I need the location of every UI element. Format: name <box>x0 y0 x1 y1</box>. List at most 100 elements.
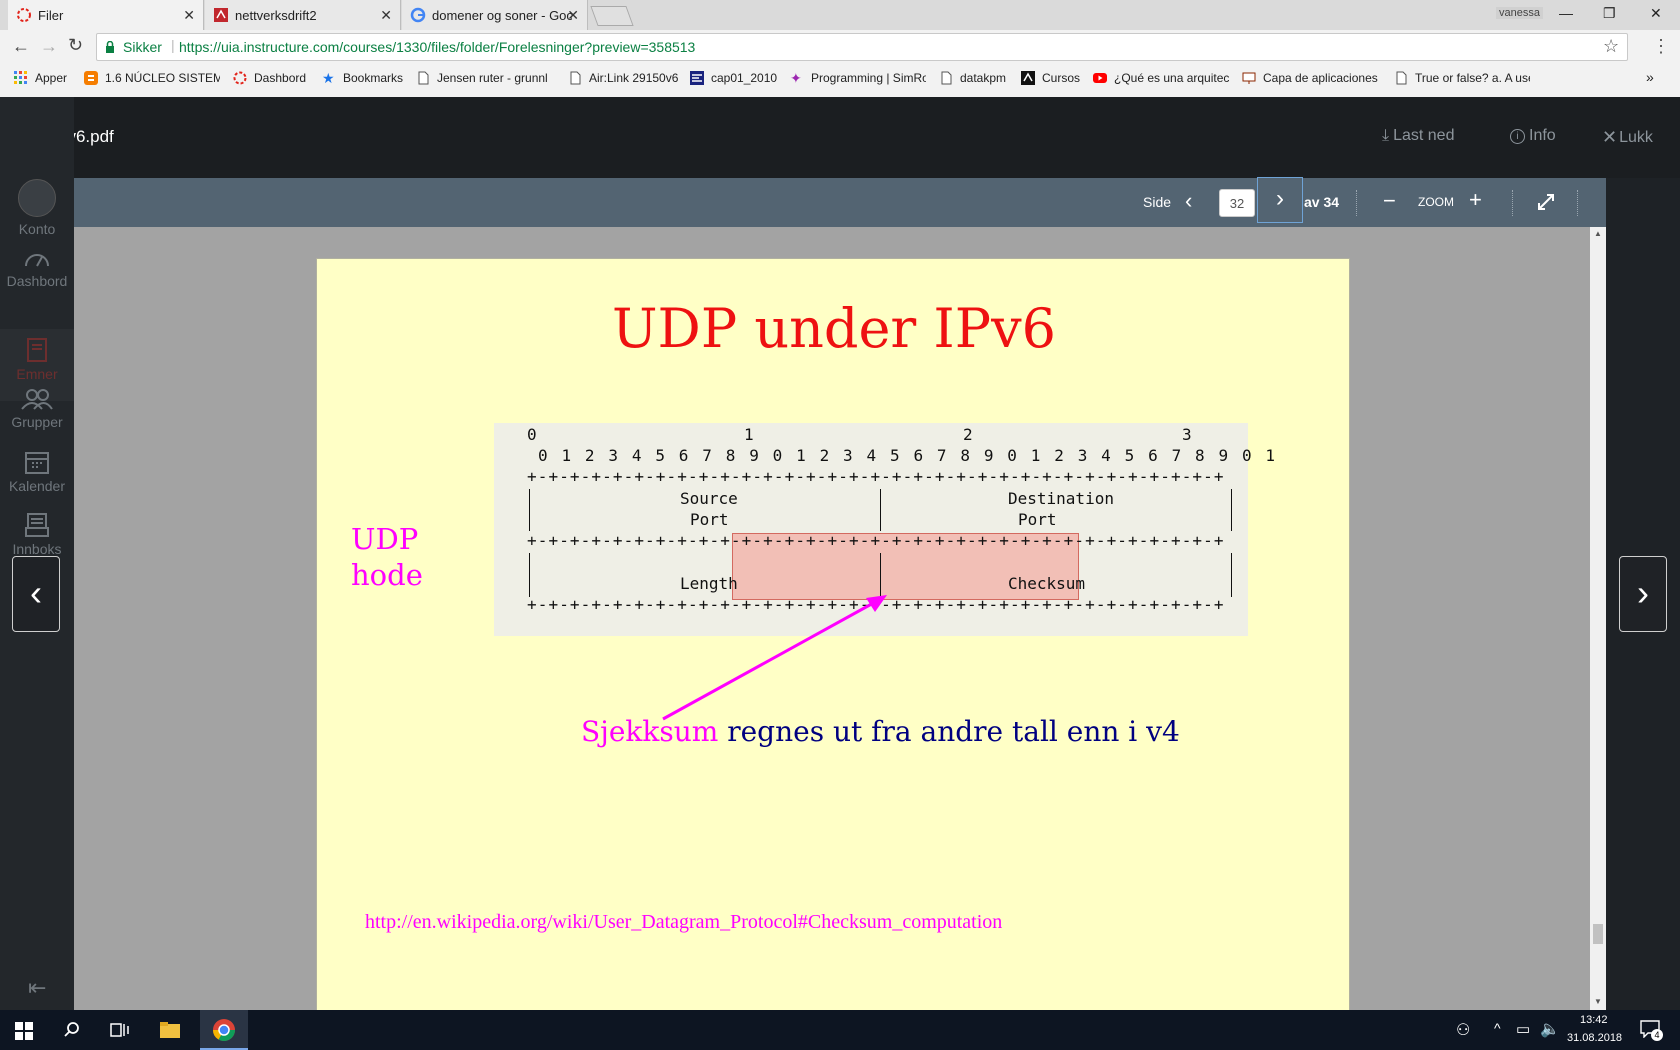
bookmark-true-false[interactable]: True or false? a. A use <box>1394 71 1530 85</box>
tab-nettverksdrift2[interactable]: nettverksdrift2 ✕ <box>205 0 401 30</box>
file-explorer-icon[interactable] <box>159 1021 181 1039</box>
scroll-down-icon[interactable]: ▼ <box>1594 997 1602 1006</box>
nav-kalender[interactable]: Kalender <box>0 449 74 494</box>
prev-page-arrow-icon[interactable]: ‹ <box>12 556 60 632</box>
windows-start-icon[interactable] <box>15 1022 33 1040</box>
info-button[interactable]: i Info <box>1510 127 1556 145</box>
bookmark-jensen[interactable]: Jensen ruter - grunnl <box>416 71 558 85</box>
bookmark-star-icon[interactable]: ☆ <box>1603 36 1619 57</box>
bookmarks-overflow-icon[interactable]: » <box>1646 69 1654 85</box>
bookmark-capa[interactable]: Capa de aplicaciones <box>1242 71 1384 85</box>
download-button[interactable]: ⤓ Last ned <box>1382 127 1454 145</box>
pdf-page: UDP under IPv6 UDP hode 0 1 2 3 0 1 2 3 … <box>316 258 1350 1018</box>
nav-label: Dashbord <box>6 273 68 289</box>
close-label: Lukk <box>1619 128 1653 146</box>
people-icon[interactable]: ⚇ <box>1456 1020 1470 1040</box>
viewer-header: fl03IPv6.pdf ⤓Last ned iInfo ✕Lukk <box>0 97 1680 178</box>
scroll-up-icon[interactable]: ▲ <box>1594 229 1602 238</box>
bookmark-cursos[interactable]: Cursos <box>1021 71 1080 85</box>
back-icon[interactable]: ← <box>12 36 30 57</box>
bookmark-programming[interactable]: ✦ Programming | SimRo <box>790 71 926 85</box>
search-icon[interactable] <box>63 1021 81 1039</box>
bookmark-nucleo[interactable]: 1.6 NÚCLEO SISTEMA <box>84 71 220 85</box>
profile-name[interactable]: vanessa <box>1496 7 1543 19</box>
nav-label: Emner <box>16 366 58 382</box>
bookmark-datakpm[interactable]: datakpm <box>939 71 1006 85</box>
menu-icon[interactable]: ⋮ <box>1652 36 1670 57</box>
nav-label: Grupper <box>11 414 63 430</box>
windows-taskbar: ⚇ ^ ▭ 🔈 13:42 31.08.2018 4 <box>0 1010 1680 1050</box>
forward-icon[interactable]: → <box>40 36 58 57</box>
nav-innboks[interactable]: Innboks <box>0 512 74 557</box>
pdf-icon <box>214 8 228 22</box>
chrome-taskbar-button[interactable] <box>200 1010 248 1050</box>
close-window-icon[interactable]: ✕ <box>1650 5 1662 22</box>
toolbar-divider <box>1512 190 1514 216</box>
next-page-arrow-icon[interactable]: › <box>1619 556 1667 632</box>
cursos-logo-icon <box>1021 71 1035 85</box>
bookmark-airlink[interactable]: Air:Link 29150v6 <box>568 71 678 85</box>
download-label: Last ned <box>1393 127 1455 144</box>
bookmark-dashbord[interactable]: Dashbord <box>233 71 306 85</box>
clock-time[interactable]: 13:42 <box>1580 1014 1608 1026</box>
bookmark-cap01[interactable]: cap01_2010 <box>690 71 777 85</box>
info-label: Info <box>1529 127 1556 144</box>
zoom-out-icon[interactable]: − <box>1383 188 1396 214</box>
reload-icon[interactable]: ↻ <box>68 35 83 56</box>
secure-label: Sikker <box>123 39 162 55</box>
task-view-icon[interactable] <box>110 1021 130 1039</box>
courses-icon <box>27 338 47 362</box>
tab-close-icon[interactable]: ✕ <box>183 7 195 24</box>
tab-filer[interactable]: Filer ✕ <box>8 0 204 30</box>
new-tab-button[interactable] <box>590 6 634 26</box>
avatar-icon <box>18 179 56 217</box>
checksum-note-text: regnes ut fra andre tall enn i v4 <box>718 715 1180 748</box>
address-bar[interactable]: Sikker | https://uia.instructure.com/cou… <box>96 33 1628 61</box>
toolbar-divider <box>1577 190 1579 216</box>
checksum-note-highlight: Sjekksum <box>581 715 719 748</box>
volume-icon[interactable]: 🔈 <box>1540 1019 1560 1039</box>
scrollbar-thumb[interactable] <box>1593 924 1603 944</box>
browser-tab-strip: Filer ✕ nettverksdrift2 ✕ domener og son… <box>0 0 1680 30</box>
close-viewer-button[interactable]: ✕ Lukk <box>1602 127 1653 148</box>
toolbar-divider <box>1356 190 1358 216</box>
tab-close-icon[interactable]: ✕ <box>567 7 579 24</box>
page-number-input[interactable] <box>1219 189 1255 217</box>
collapse-nav-icon[interactable]: ⇤ <box>28 975 46 1001</box>
prev-page-icon[interactable]: ‹ <box>1185 188 1192 214</box>
sparkle-icon: ✦ <box>790 71 802 85</box>
chrome-icon <box>213 1019 235 1041</box>
bookmark-arquitectura[interactable]: ¿Qué es una arquitec <box>1093 71 1231 85</box>
clock-date[interactable]: 31.08.2018 <box>1567 1032 1622 1044</box>
show-hidden-icons[interactable]: ^ <box>1494 1020 1501 1036</box>
nav-dashbord[interactable]: Dashbord <box>0 248 74 289</box>
minimize-icon[interactable]: — <box>1559 5 1573 21</box>
bookmark-label: Dashbord <box>254 71 307 85</box>
tab-close-icon[interactable]: ✕ <box>380 7 392 24</box>
bookmark-apps[interactable]: Apper <box>14 71 67 85</box>
nav-konto[interactable]: Konto <box>0 179 74 237</box>
next-page-icon[interactable]: › <box>1257 177 1303 223</box>
nav-grupper[interactable]: Grupper <box>0 387 74 430</box>
tab-domener[interactable]: domener og soner - Goo ✕ <box>402 0 588 30</box>
inbox-icon <box>25 513 49 537</box>
download-icon: ⤓ <box>1382 127 1390 144</box>
fullscreen-icon[interactable] <box>1537 193 1555 211</box>
blogger-icon <box>84 71 98 85</box>
scrollbar-track[interactable]: ▲ ▼ <box>1590 227 1606 1010</box>
network-icon[interactable]: ▭ <box>1516 1020 1530 1038</box>
url-text[interactable]: https://uia.instructure.com/courses/1330… <box>179 39 695 55</box>
action-center-button[interactable]: 4 <box>1640 1020 1663 1041</box>
restore-icon[interactable]: ❐ <box>1603 5 1616 22</box>
bookmarks-bar: Apper 1.6 NÚCLEO SISTEMA Dashbord ★ Bookm… <box>0 65 1680 98</box>
wikipedia-link[interactable]: http://en.wikipedia.org/wiki/User_Datagr… <box>365 911 1002 934</box>
global-nav: Konto Dashbord Emner Grupper Kalender In… <box>0 97 74 1010</box>
cap-logo-icon <box>690 71 704 85</box>
google-icon <box>410 7 426 23</box>
bookmark-label: True or false? a. A use <box>1415 71 1530 85</box>
canvas-logo-icon <box>233 71 247 85</box>
zoom-in-icon[interactable]: + <box>1469 187 1482 213</box>
bookmark-bookmarks[interactable]: ★ Bookmarks <box>322 71 403 85</box>
nav-label: Konto <box>18 221 56 237</box>
bookmark-label: 1.6 NÚCLEO SISTEMA <box>105 71 220 85</box>
